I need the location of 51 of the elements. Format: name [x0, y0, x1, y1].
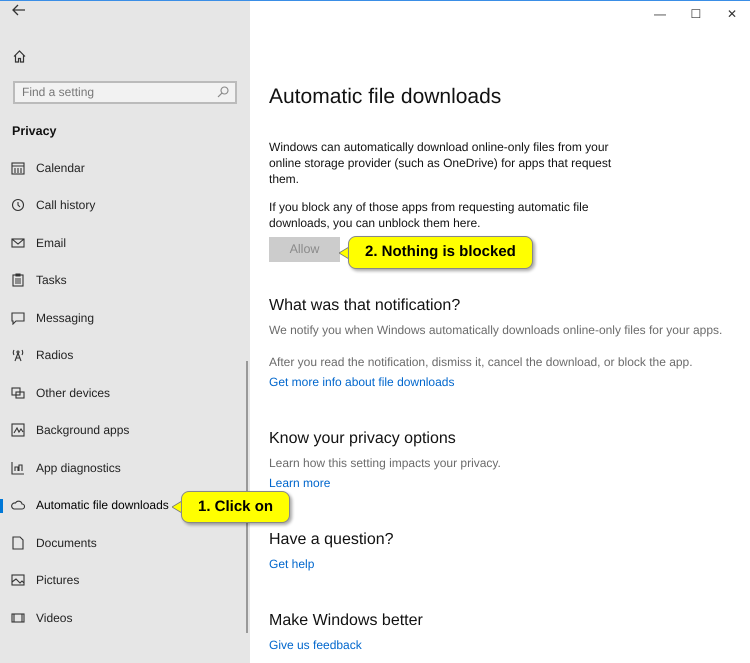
- nav-item[interactable]: App diagnostics: [36, 458, 121, 476]
- section-heading: Privacy: [11, 123, 58, 140]
- cloud-icon: [11, 498, 25, 512]
- envelope-icon: [11, 236, 25, 250]
- back-arrow-icon[interactable]: [12, 4, 26, 16]
- search-field[interactable]: Find a setting: [13, 80, 237, 104]
- document-icon: [11, 536, 25, 550]
- section-heading: Have a question?: [269, 530, 395, 550]
- nav-item[interactable]: Tasks: [36, 271, 67, 289]
- nav-item[interactable]: Radios: [36, 346, 74, 364]
- page-title: Automatic file downloads: [269, 84, 502, 110]
- link[interactable]: Get help: [269, 556, 314, 572]
- bar-chart-icon: [11, 460, 25, 474]
- maximize-button[interactable]: ☐: [678, 1, 714, 27]
- nav-item[interactable]: Automatic file downloads: [36, 496, 169, 514]
- nav-item[interactable]: Other devices: [36, 384, 110, 402]
- calendar-icon: [11, 160, 25, 174]
- chart-window-icon: [11, 423, 25, 437]
- antenna-icon: [11, 348, 25, 362]
- film-icon: [11, 610, 25, 624]
- search-icon[interactable]: [217, 86, 229, 98]
- paragraph: If you block any of those apps from requesting automatic file downloads, you can unblock them here.: [269, 199, 590, 231]
- nav-item[interactable]: Calendar: [36, 158, 85, 176]
- link[interactable]: Learn more: [269, 475, 330, 491]
- paragraph: Learn how this setting impacts your privacy.: [269, 455, 502, 471]
- image-icon: [11, 573, 25, 587]
- minimize-button[interactable]: —: [642, 1, 678, 27]
- nav-item[interactable]: Email: [36, 234, 66, 252]
- home-icon[interactable]: [13, 50, 26, 63]
- link[interactable]: Get more info about file downloads: [269, 374, 454, 390]
- nav-item[interactable]: Pictures: [36, 571, 80, 589]
- callout: 2. Nothing is blocked: [348, 236, 533, 269]
- chat-bubble-icon: [11, 310, 25, 324]
- section-heading: Know your privacy options: [269, 429, 457, 449]
- clipboard-icon: [11, 273, 25, 287]
- nav-item[interactable]: Background apps: [36, 421, 130, 439]
- close-button[interactable]: ✕: [714, 1, 750, 27]
- nav-item[interactable]: Documents: [36, 534, 97, 552]
- link[interactable]: Give us feedback: [269, 637, 362, 653]
- nav-item[interactable]: Call history: [36, 196, 96, 214]
- section-heading: Make Windows better: [269, 611, 424, 631]
- clock-icon: [11, 198, 25, 212]
- nav-item[interactable]: Messaging: [36, 308, 94, 326]
- nav-item[interactable]: Videos: [36, 608, 72, 626]
- callout: 1. Click on: [181, 491, 290, 523]
- devices-icon: [11, 386, 25, 400]
- section-heading: What was that notification?: [269, 296, 462, 316]
- paragraph: After you read the notification, dismiss it, cancel the download, or block the app.: [269, 354, 694, 370]
- scrollbar[interactable]: [246, 361, 248, 633]
- paragraph: Windows can automatically download online-only files from your online storage provider (such as OneDrive) for apps that request them.: [269, 139, 612, 187]
- paragraph: We notify you when Windows automatically downloads online-only files for your apps.: [269, 322, 724, 338]
